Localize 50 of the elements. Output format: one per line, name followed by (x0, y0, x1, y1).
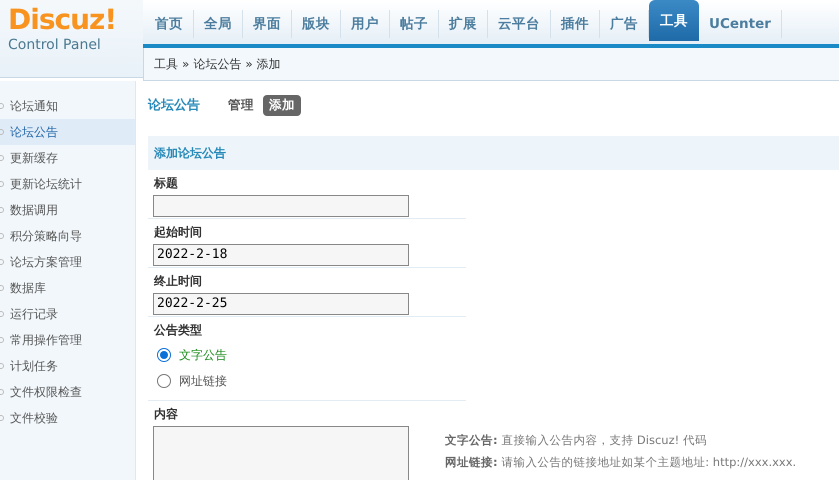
sidebar-item[interactable]: 更新缓存 (0, 145, 135, 171)
nav-tab[interactable]: 扩展 (439, 10, 488, 38)
breadcrumb-separator: » (245, 56, 253, 73)
nav-tab[interactable]: 首页 (145, 10, 194, 38)
nav-tab[interactable]: 工具 (649, 0, 699, 41)
radio-button[interactable] (157, 374, 171, 388)
field-label: 起始时间 (153, 224, 203, 241)
sidebar-item[interactable]: 数据库 (0, 275, 135, 301)
nav-tab[interactable]: UCenter (699, 10, 782, 38)
field-label: 内容 (153, 406, 179, 423)
sub-tab[interactable]: 添加 (263, 95, 301, 116)
sidebar-item[interactable]: 论坛方案管理 (0, 249, 135, 275)
sidebar-item[interactable]: 文件校验 (0, 405, 135, 431)
sidebar-item[interactable]: 运行记录 (0, 301, 135, 327)
nav-tab[interactable]: 全局 (194, 10, 243, 38)
nav-tab[interactable]: 插件 (551, 10, 600, 38)
breadcrumb-item[interactable]: 工具 (154, 55, 178, 73)
sidebar-item[interactable]: 常用操作管理 (0, 327, 135, 353)
nav-tab[interactable]: 版块 (292, 10, 341, 38)
field-label: 标题 (152, 174, 179, 192)
nav-tab[interactable]: 云平台 (488, 10, 551, 38)
input-field[interactable]: 2022-2-25 (153, 292, 409, 315)
hint-text: 网址链接: 请输入公告的链接地址如某个主题地址: http://xxx.xxx. (445, 454, 796, 471)
logo-text: Discuz! (8, 4, 118, 36)
sidebar-item[interactable]: 计划任务 (0, 353, 135, 379)
nav-tab[interactable]: 帖子 (390, 10, 439, 38)
page-title: 论坛公告 (148, 96, 200, 115)
sub-tab[interactable]: 管理 (222, 95, 260, 116)
nav-tab[interactable]: 用户 (341, 10, 390, 38)
breadcrumb-item[interactable]: 论坛公告 (193, 55, 242, 73)
radio-button[interactable] (157, 348, 171, 362)
sidebar-item[interactable]: 文件权限检查 (0, 379, 135, 405)
hint-text: 文字公告: 直接输入公告内容，支持 Discuz! 代码 (445, 432, 708, 449)
radio-label[interactable]: 文字公告 (179, 346, 227, 364)
sidebar-item[interactable]: 论坛公告 (0, 119, 135, 145)
section-header: 添加论坛公告 (148, 136, 839, 170)
content-textarea[interactable] (153, 426, 409, 480)
input-field[interactable]: 2022-2-18 (153, 244, 409, 266)
field-label: 公告类型 (152, 322, 203, 339)
field-label: 终止时间 (152, 272, 203, 290)
radio-label[interactable]: 网址链接 (179, 372, 227, 390)
breadcrumb-item[interactable]: 添加 (256, 55, 281, 73)
nav-tab[interactable]: 界面 (243, 10, 292, 38)
input-field[interactable] (153, 194, 409, 217)
breadcrumb-separator: » (182, 56, 190, 73)
logo-subtitle: Control Panel (8, 36, 102, 54)
sidebar-item[interactable]: 论坛通知 (0, 93, 135, 119)
sidebar-item[interactable]: 积分策略向导 (0, 223, 135, 249)
sidebar-item[interactable]: 更新论坛统计 (0, 171, 135, 197)
sidebar-item[interactable]: 数据调用 (0, 197, 135, 223)
